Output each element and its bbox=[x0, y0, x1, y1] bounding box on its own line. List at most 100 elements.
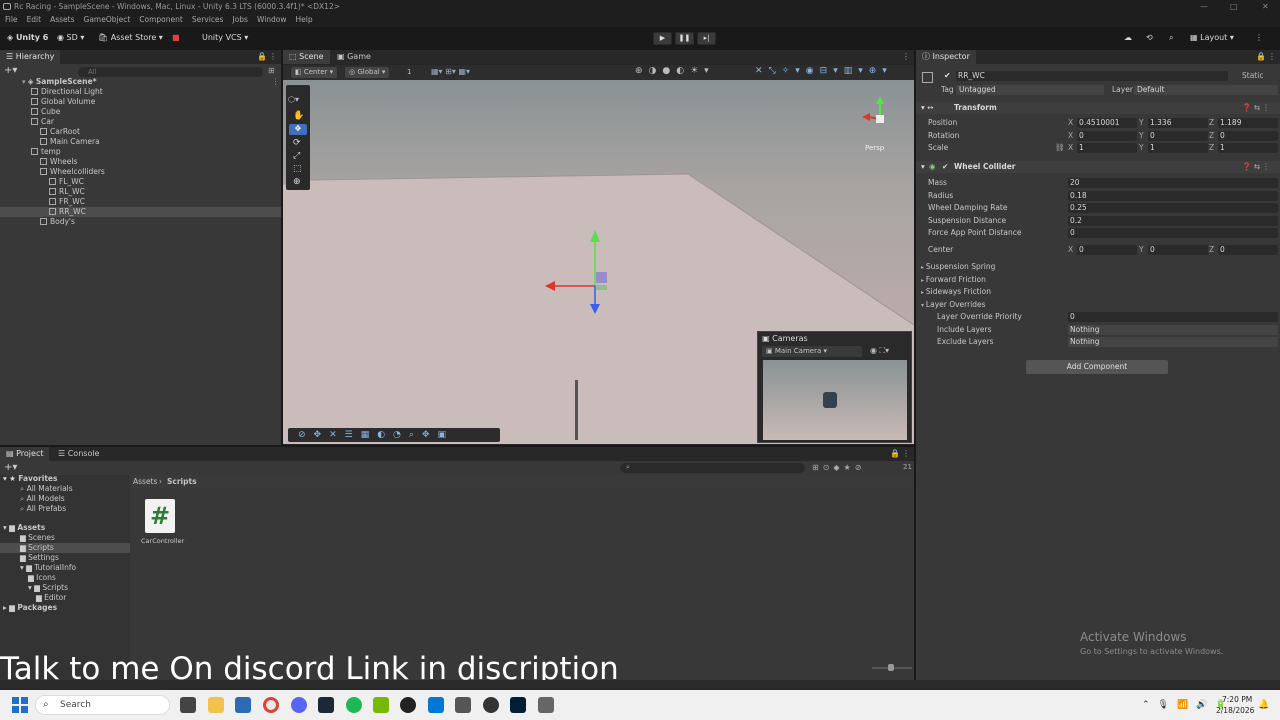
unity-menu-button[interactable]: ◈ Unity 6 bbox=[7, 32, 48, 44]
menu-icon[interactable]: ⋮ bbox=[269, 50, 277, 64]
breadcrumb-assets[interactable]: Assets bbox=[133, 477, 157, 486]
asset-folder-item[interactable]: ▆ Settings bbox=[20, 553, 59, 563]
tab-inspector[interactable]: ⓘ Inspector bbox=[916, 50, 976, 64]
minimize-button[interactable]: — bbox=[1200, 0, 1208, 13]
menu-gameobject[interactable]: GameObject bbox=[84, 13, 131, 27]
hierarchy-item[interactable]: Wheels bbox=[40, 157, 77, 167]
tab-console[interactable]: ☰ Console bbox=[52, 447, 105, 461]
inspector-menu-icon[interactable]: ⋮ bbox=[1268, 50, 1276, 64]
transform-tool-icon[interactable]: ⊕ bbox=[293, 177, 301, 187]
task-view-icon[interactable] bbox=[180, 697, 196, 713]
taskbar-search-box[interactable]: ⌕ Search bbox=[35, 695, 170, 715]
asset-folder-item[interactable]: ▆ Scenes bbox=[20, 533, 55, 543]
move-tool-icon[interactable]: ✥ bbox=[289, 124, 307, 135]
breadcrumb-scripts[interactable]: Scripts bbox=[167, 477, 197, 486]
wheel-menu-icons[interactable]: ❓ ⇆ ⋮ bbox=[1242, 162, 1270, 172]
maximize-button[interactable]: □ bbox=[1230, 0, 1238, 13]
filter-icon[interactable]: ⊞ bbox=[268, 66, 275, 75]
persp-label[interactable]: Persp bbox=[865, 144, 884, 152]
asset-folder-item[interactable]: ▆ Editor bbox=[36, 593, 66, 603]
steam-icon[interactable] bbox=[318, 697, 334, 713]
wheel-field-input[interactable] bbox=[1068, 178, 1278, 188]
hierarchy-item[interactable]: Directional Light bbox=[31, 87, 103, 97]
hierarchy-item[interactable]: temp bbox=[31, 147, 61, 157]
close-button[interactable]: ✕ bbox=[1262, 0, 1269, 13]
foldout-open-icon[interactable]: ▾ ↔ bbox=[921, 103, 933, 113]
nvidia-icon[interactable] bbox=[373, 697, 389, 713]
cloud-icon[interactable]: ☁ bbox=[1124, 32, 1132, 44]
rect-tool-icon[interactable]: ⬚ bbox=[293, 164, 302, 174]
hierarchy-item[interactable]: ▾ ◈ SampleScene* bbox=[22, 77, 97, 87]
scene-bottom-toolbar[interactable]: ⊘✥✕☰▦◐◔⌕✥▣ bbox=[288, 428, 500, 442]
clock-time[interactable]: 7:20 PM bbox=[1222, 695, 1252, 704]
add-icon[interactable]: +▾ bbox=[4, 65, 17, 76]
layer-priority-field[interactable] bbox=[1068, 312, 1278, 322]
csharp-script-icon[interactable]: # bbox=[145, 499, 175, 533]
center-x-field[interactable] bbox=[1077, 245, 1137, 255]
hierarchy-item[interactable]: Car bbox=[31, 117, 54, 127]
hierarchy-item[interactable]: Main Camera bbox=[40, 137, 100, 147]
scale-x-field[interactable] bbox=[1077, 143, 1137, 153]
hierarchy-item[interactable]: RR_WC bbox=[49, 207, 86, 217]
foldout-item[interactable]: ▸ Forward Friction bbox=[921, 275, 986, 286]
asset-folder-item[interactable]: ▾ ▆ TutorialInfo bbox=[20, 563, 76, 573]
hierarchy-item[interactable]: Wheelcolliders bbox=[40, 167, 105, 177]
scale-link-icon[interactable]: ⛓ bbox=[1055, 143, 1065, 153]
collab-icon[interactable]: ■ bbox=[172, 32, 180, 44]
obs-icon[interactable] bbox=[400, 697, 416, 713]
hierarchy-item[interactable]: RL_WC bbox=[49, 187, 85, 197]
wheel-field-input[interactable] bbox=[1068, 190, 1278, 201]
menu-help[interactable]: Help bbox=[296, 13, 313, 27]
step-button[interactable]: ▸| bbox=[697, 32, 716, 45]
favorites-row[interactable]: ▾ ★ Favorites bbox=[3, 474, 57, 484]
camera-settings-icon[interactable]: ◉ ⛶▾ bbox=[870, 346, 889, 356]
project-add-icon[interactable]: +▾ bbox=[4, 462, 17, 473]
tab-game[interactable]: ▣ Game bbox=[331, 50, 377, 64]
vscode-icon[interactable] bbox=[428, 697, 444, 713]
menu-edit[interactable]: Edit bbox=[27, 13, 42, 27]
play-button[interactable]: ▶ bbox=[653, 32, 672, 45]
foldout-item[interactable]: ▾ Layer Overrides bbox=[921, 300, 986, 311]
favorite-item[interactable]: ⌕ All Prefabs bbox=[20, 504, 66, 514]
icon-size-slider-handle[interactable] bbox=[888, 664, 894, 671]
menu-window[interactable]: Window bbox=[257, 13, 287, 27]
project-filter-icons[interactable]: ⊞⊙◆★⊘ bbox=[812, 463, 865, 472]
center-z-field[interactable] bbox=[1218, 245, 1278, 255]
notifications-icon[interactable]: 🔔 bbox=[1258, 700, 1269, 710]
windows-start-icon[interactable] bbox=[12, 697, 28, 713]
menu-component[interactable]: Component bbox=[139, 13, 183, 27]
project-search-input[interactable] bbox=[620, 463, 805, 473]
spotify-icon[interactable] bbox=[346, 697, 362, 713]
vcs-button[interactable]: Unity VCS ▾ bbox=[202, 32, 248, 44]
move-gizmo[interactable] bbox=[543, 228, 623, 318]
discord-icon[interactable] bbox=[291, 697, 307, 713]
tab-scene[interactable]: ⬚ Scene bbox=[283, 50, 330, 64]
hierarchy-item[interactable]: CarRoot bbox=[40, 127, 80, 137]
project-lock-icon[interactable]: 🔒 bbox=[890, 447, 900, 461]
draw-mode-icons[interactable]: ⊕◑●◐☀▾ bbox=[635, 66, 715, 76]
wheel-foldout-icon[interactable]: ▾ bbox=[921, 162, 925, 172]
orientation-gizmo[interactable] bbox=[858, 92, 908, 142]
pivot-dropdown[interactable]: ◧ Center ▾ bbox=[291, 67, 338, 78]
hierarchy-item[interactable]: Cube bbox=[31, 107, 60, 117]
menu-services[interactable]: Services bbox=[192, 13, 224, 27]
object-name-field[interactable] bbox=[956, 71, 1228, 81]
menu-assets[interactable]: Assets bbox=[50, 13, 74, 27]
static-toggle[interactable]: Static bbox=[1242, 71, 1263, 81]
lock-icon[interactable]: 🔒 bbox=[257, 50, 267, 64]
add-component-button[interactable]: Add Component bbox=[1026, 360, 1168, 374]
packages-root[interactable]: ▸ ▆ Packages bbox=[3, 603, 57, 613]
rotation-x-field[interactable] bbox=[1077, 131, 1137, 141]
project-menu-icon[interactable]: ⋮ bbox=[902, 447, 910, 461]
wheel-field-input[interactable] bbox=[1068, 215, 1278, 226]
grid-snap-icon[interactable]: ▦▾ ⊞▾ ▦▾ bbox=[431, 67, 470, 76]
hierarchy-item[interactable]: FL_WC bbox=[49, 177, 84, 187]
scene-menu-icon[interactable]: ⋮ bbox=[902, 50, 910, 64]
scale-z-field[interactable] bbox=[1218, 143, 1278, 153]
tab-hierarchy[interactable]: ☰ Hierarchy bbox=[0, 50, 61, 64]
clock-date[interactable]: 2/18/2026 bbox=[1216, 706, 1254, 715]
unity-icon[interactable] bbox=[538, 697, 554, 713]
hierarchy-item[interactable]: Global Volume bbox=[31, 97, 95, 107]
transform-menu-icons[interactable]: ❓ ⇆ ⋮ bbox=[1242, 103, 1270, 113]
inspector-lock-icon[interactable]: 🔒 bbox=[1256, 50, 1266, 64]
